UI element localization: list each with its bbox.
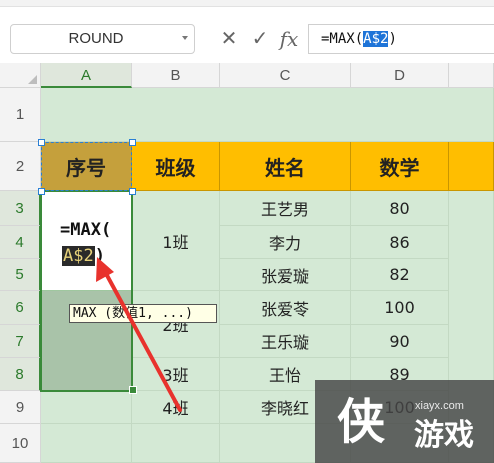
toolbar-area: ROUND ✕ ✓ fx =MAX(A$2): [0, 0, 494, 63]
row-header-2[interactable]: 2: [0, 142, 41, 191]
cell-a9[interactable]: [41, 391, 132, 424]
header-cell-b2[interactable]: 班级: [132, 142, 220, 191]
row-header-8[interactable]: 8: [0, 358, 41, 391]
header-cell-e2[interactable]: [449, 142, 494, 191]
row-header-1[interactable]: 1: [0, 88, 41, 142]
watermark-logo: xiayx.com 侠 游戏: [315, 380, 494, 463]
row-header-10[interactable]: 10: [0, 424, 41, 463]
cancel-icon[interactable]: ✕: [218, 24, 240, 54]
name-box[interactable]: ROUND: [10, 24, 195, 54]
corner-triangle-icon: [28, 75, 37, 84]
name-cell[interactable]: 王艺男: [220, 191, 351, 226]
function-tooltip: MAX (数值1, ...): [69, 304, 217, 323]
row-1-cells[interactable]: [41, 88, 494, 142]
class-cell-3[interactable]: 3班: [132, 358, 220, 391]
select-all-corner[interactable]: [0, 63, 41, 88]
class-cell-4[interactable]: 4班: [132, 391, 220, 424]
header-cell-a2[interactable]: 序号: [41, 142, 132, 191]
chevron-down-icon[interactable]: [182, 36, 188, 40]
score-cell[interactable]: 80: [351, 191, 449, 226]
reference-handle[interactable]: [38, 188, 45, 195]
column-header-a[interactable]: A: [41, 63, 132, 88]
watermark-main-char: 侠: [337, 394, 386, 450]
reference-handle[interactable]: [129, 139, 136, 146]
score-cell[interactable]: 86: [351, 226, 449, 259]
column-header-c[interactable]: C: [220, 63, 351, 88]
column-header-e[interactable]: [449, 63, 494, 88]
active-cell-editor[interactable]: =MAX( A$2): [41, 191, 132, 291]
score-cell[interactable]: 82: [351, 259, 449, 291]
header-cell-d2[interactable]: 数学: [351, 142, 449, 191]
column-header-b[interactable]: B: [132, 63, 220, 88]
empty-cell[interactable]: [132, 424, 220, 463]
row-header-6[interactable]: 6: [0, 291, 41, 325]
class-cell-2[interactable]: 2班: [132, 291, 220, 358]
name-cell[interactable]: 张爱苓: [220, 291, 351, 325]
insert-function-icon[interactable]: fx: [276, 24, 302, 54]
name-box-value: ROUND: [68, 30, 124, 47]
ribbon-edge: [0, 0, 494, 7]
row-header-5[interactable]: 5: [0, 259, 41, 291]
fill-handle[interactable]: [129, 386, 137, 394]
formula-input[interactable]: =MAX(A$2): [308, 24, 494, 54]
name-cell[interactable]: 王乐璇: [220, 325, 351, 358]
editor-line-1: =MAX(: [60, 220, 112, 240]
score-cell[interactable]: 90: [351, 325, 449, 358]
score-cell[interactable]: 100: [351, 291, 449, 325]
reference-handle[interactable]: [129, 188, 136, 195]
name-cell[interactable]: 李力: [220, 226, 351, 259]
watermark-chars: 游戏: [414, 418, 474, 453]
formula-reference: A$2: [363, 31, 389, 47]
editor-close-paren: ): [94, 246, 105, 266]
confirm-icon[interactable]: ✓: [249, 24, 271, 54]
formula-suffix: ): [388, 31, 397, 47]
editor-line-2: A$2): [62, 246, 105, 266]
row-header-9[interactable]: 9: [0, 391, 41, 424]
formula-prefix: =MAX(: [321, 31, 364, 47]
watermark-url: xiayx.com: [415, 400, 464, 412]
header-cell-c2[interactable]: 姓名: [220, 142, 351, 191]
cell-a10[interactable]: [41, 424, 132, 463]
row-header-7[interactable]: 7: [0, 325, 41, 358]
reference-handle[interactable]: [38, 139, 45, 146]
class-cell-1[interactable]: 1班: [132, 191, 220, 291]
editor-reference: A$2: [62, 246, 95, 266]
row-header-3[interactable]: 3: [0, 191, 41, 226]
row-header-4[interactable]: 4: [0, 226, 41, 259]
name-cell[interactable]: 张爱璇: [220, 259, 351, 291]
column-header-d[interactable]: D: [351, 63, 449, 88]
